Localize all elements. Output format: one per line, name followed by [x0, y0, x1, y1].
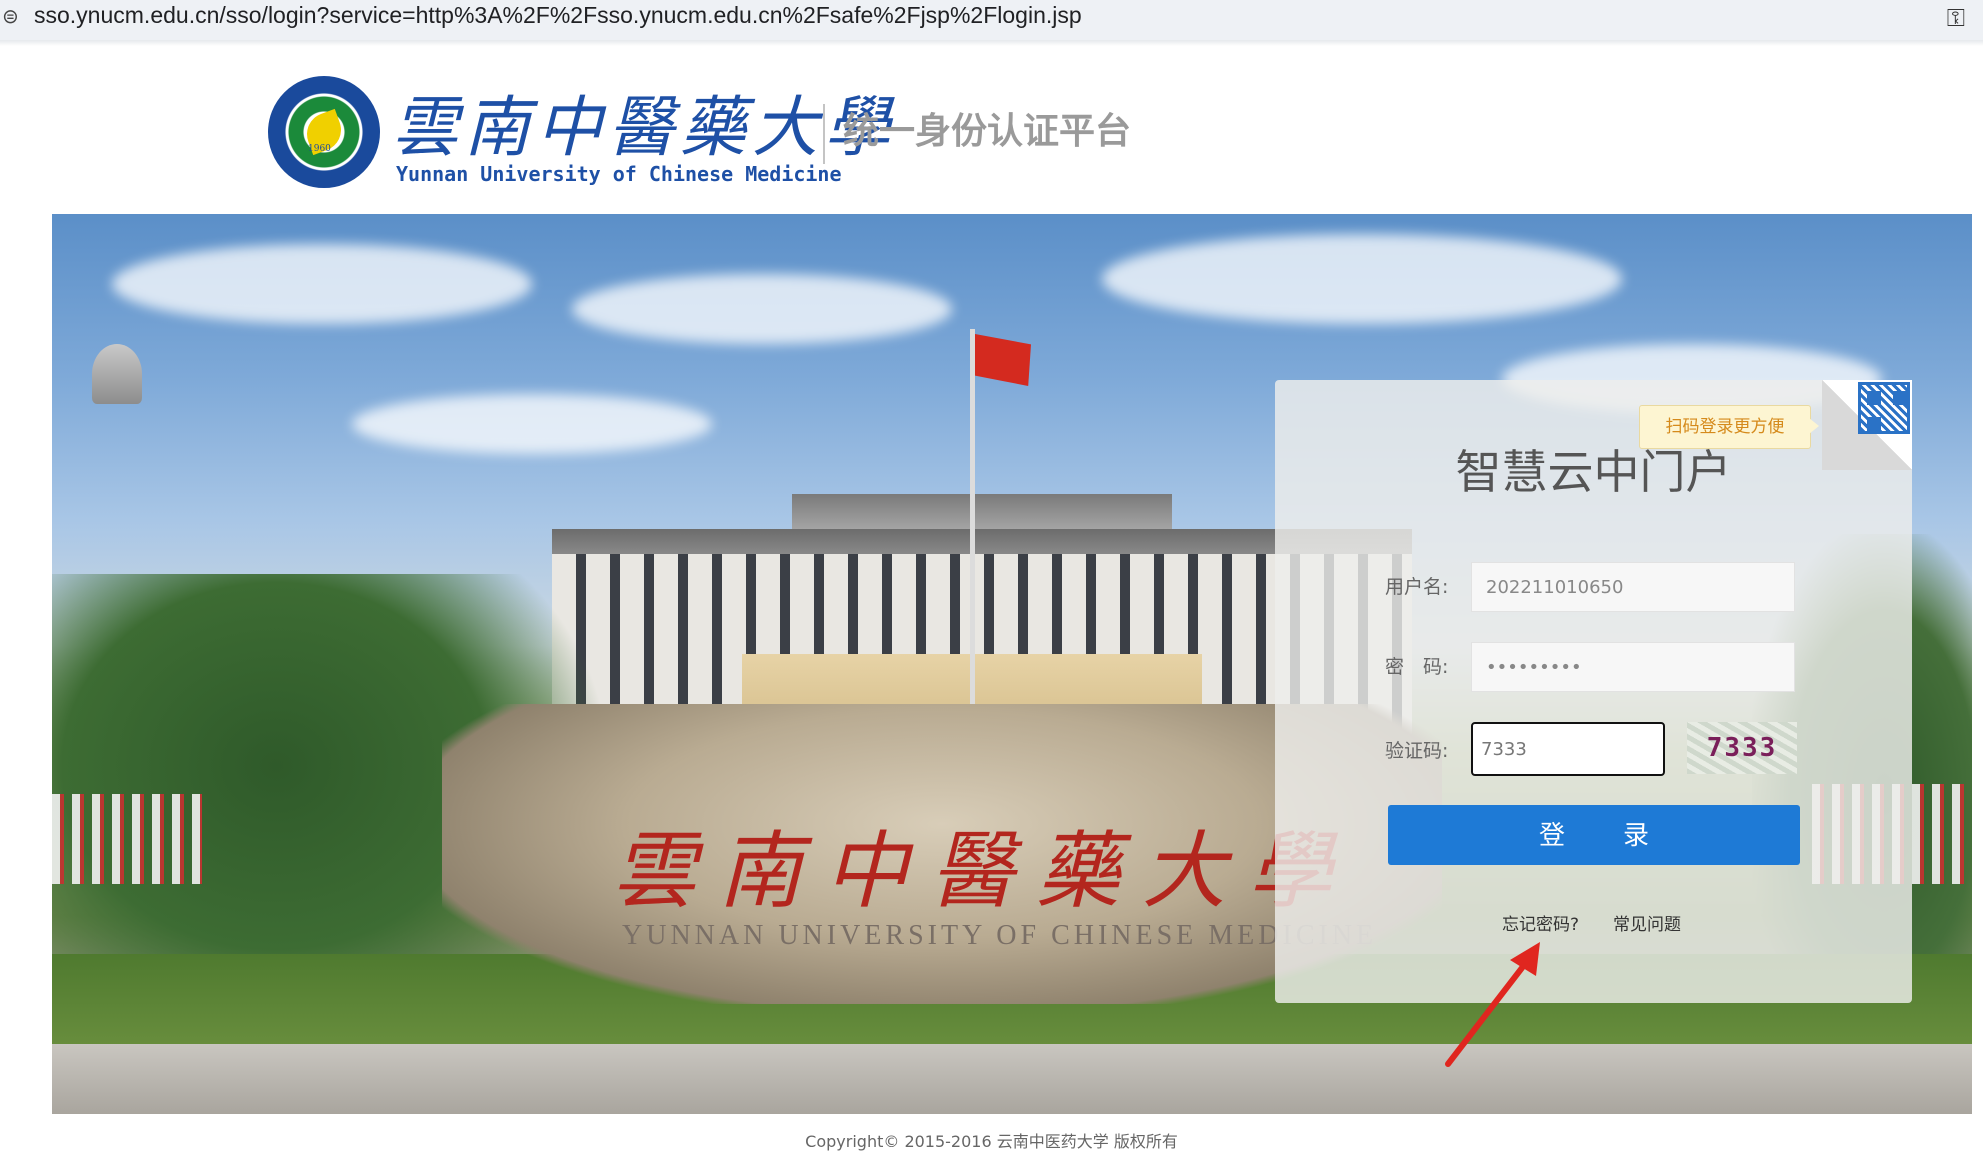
- qr-tip-arrow: [1809, 418, 1819, 434]
- copyright-footer: Copyright© 2015-2016 云南中医药大学 版权所有: [805, 1132, 1178, 1151]
- emblem-year: 1960: [308, 144, 331, 154]
- portal-title: 智慧云中门户: [1455, 445, 1732, 499]
- fence-left: [52, 794, 202, 884]
- browser-address-bar: ⊜ sso.ynucm.edu.cn/sso/login?service=htt…: [0, 0, 1983, 41]
- annotation-arrow-icon: [1445, 942, 1540, 1067]
- cloud: [352, 394, 712, 454]
- captcha-input[interactable]: [1471, 722, 1665, 776]
- key-icon[interactable]: ⚿: [1947, 4, 1965, 32]
- rock-inscription-cn: 雲南中醫藥大學: [612, 822, 1355, 920]
- site-info-icon[interactable]: ⊜: [2, 4, 19, 28]
- login-panel: 扫码登录更方便 智慧云中门户 用户名: 密 码: 验证码: 7333 登录 忘记…: [1275, 380, 1912, 1003]
- username-input[interactable]: [1471, 562, 1795, 612]
- university-name-cn: 雲南中醫藥大學: [392, 89, 896, 166]
- header-divider: [823, 104, 825, 164]
- password-input[interactable]: [1471, 642, 1795, 692]
- site-header: 1960 雲南中醫藥大學 Yunnan University of Chines…: [268, 74, 1168, 194]
- captcha-label: 验证码:: [1385, 740, 1449, 762]
- address-bar-shadow: [0, 40, 1983, 46]
- tv-tower: [92, 344, 142, 404]
- rock-inscription-en: YUNNAN UNIVERSITY OF CHINESE MEDICINE: [622, 920, 1378, 951]
- platform-title: 统一身份认证平台: [843, 111, 1132, 152]
- flagpole: [970, 329, 975, 749]
- cloud: [572, 274, 952, 344]
- username-label: 用户名:: [1385, 576, 1449, 598]
- address-url[interactable]: sso.ynucm.edu.cn/sso/login?service=http%…: [34, 2, 1082, 29]
- university-emblem: 1960: [268, 76, 380, 188]
- national-flag: [975, 334, 1031, 386]
- university-name-en: Yunnan University of Chinese Medicine: [396, 162, 842, 186]
- road: [52, 1044, 1972, 1114]
- qr-code-icon[interactable]: [1858, 382, 1910, 434]
- password-label: 密 码:: [1385, 656, 1449, 678]
- cloud: [1102, 234, 1622, 324]
- captcha-image[interactable]: 7333: [1687, 722, 1797, 774]
- faq-link[interactable]: 常见问题: [1613, 910, 1681, 935]
- cloud: [112, 244, 532, 324]
- login-button[interactable]: 登录: [1388, 805, 1800, 865]
